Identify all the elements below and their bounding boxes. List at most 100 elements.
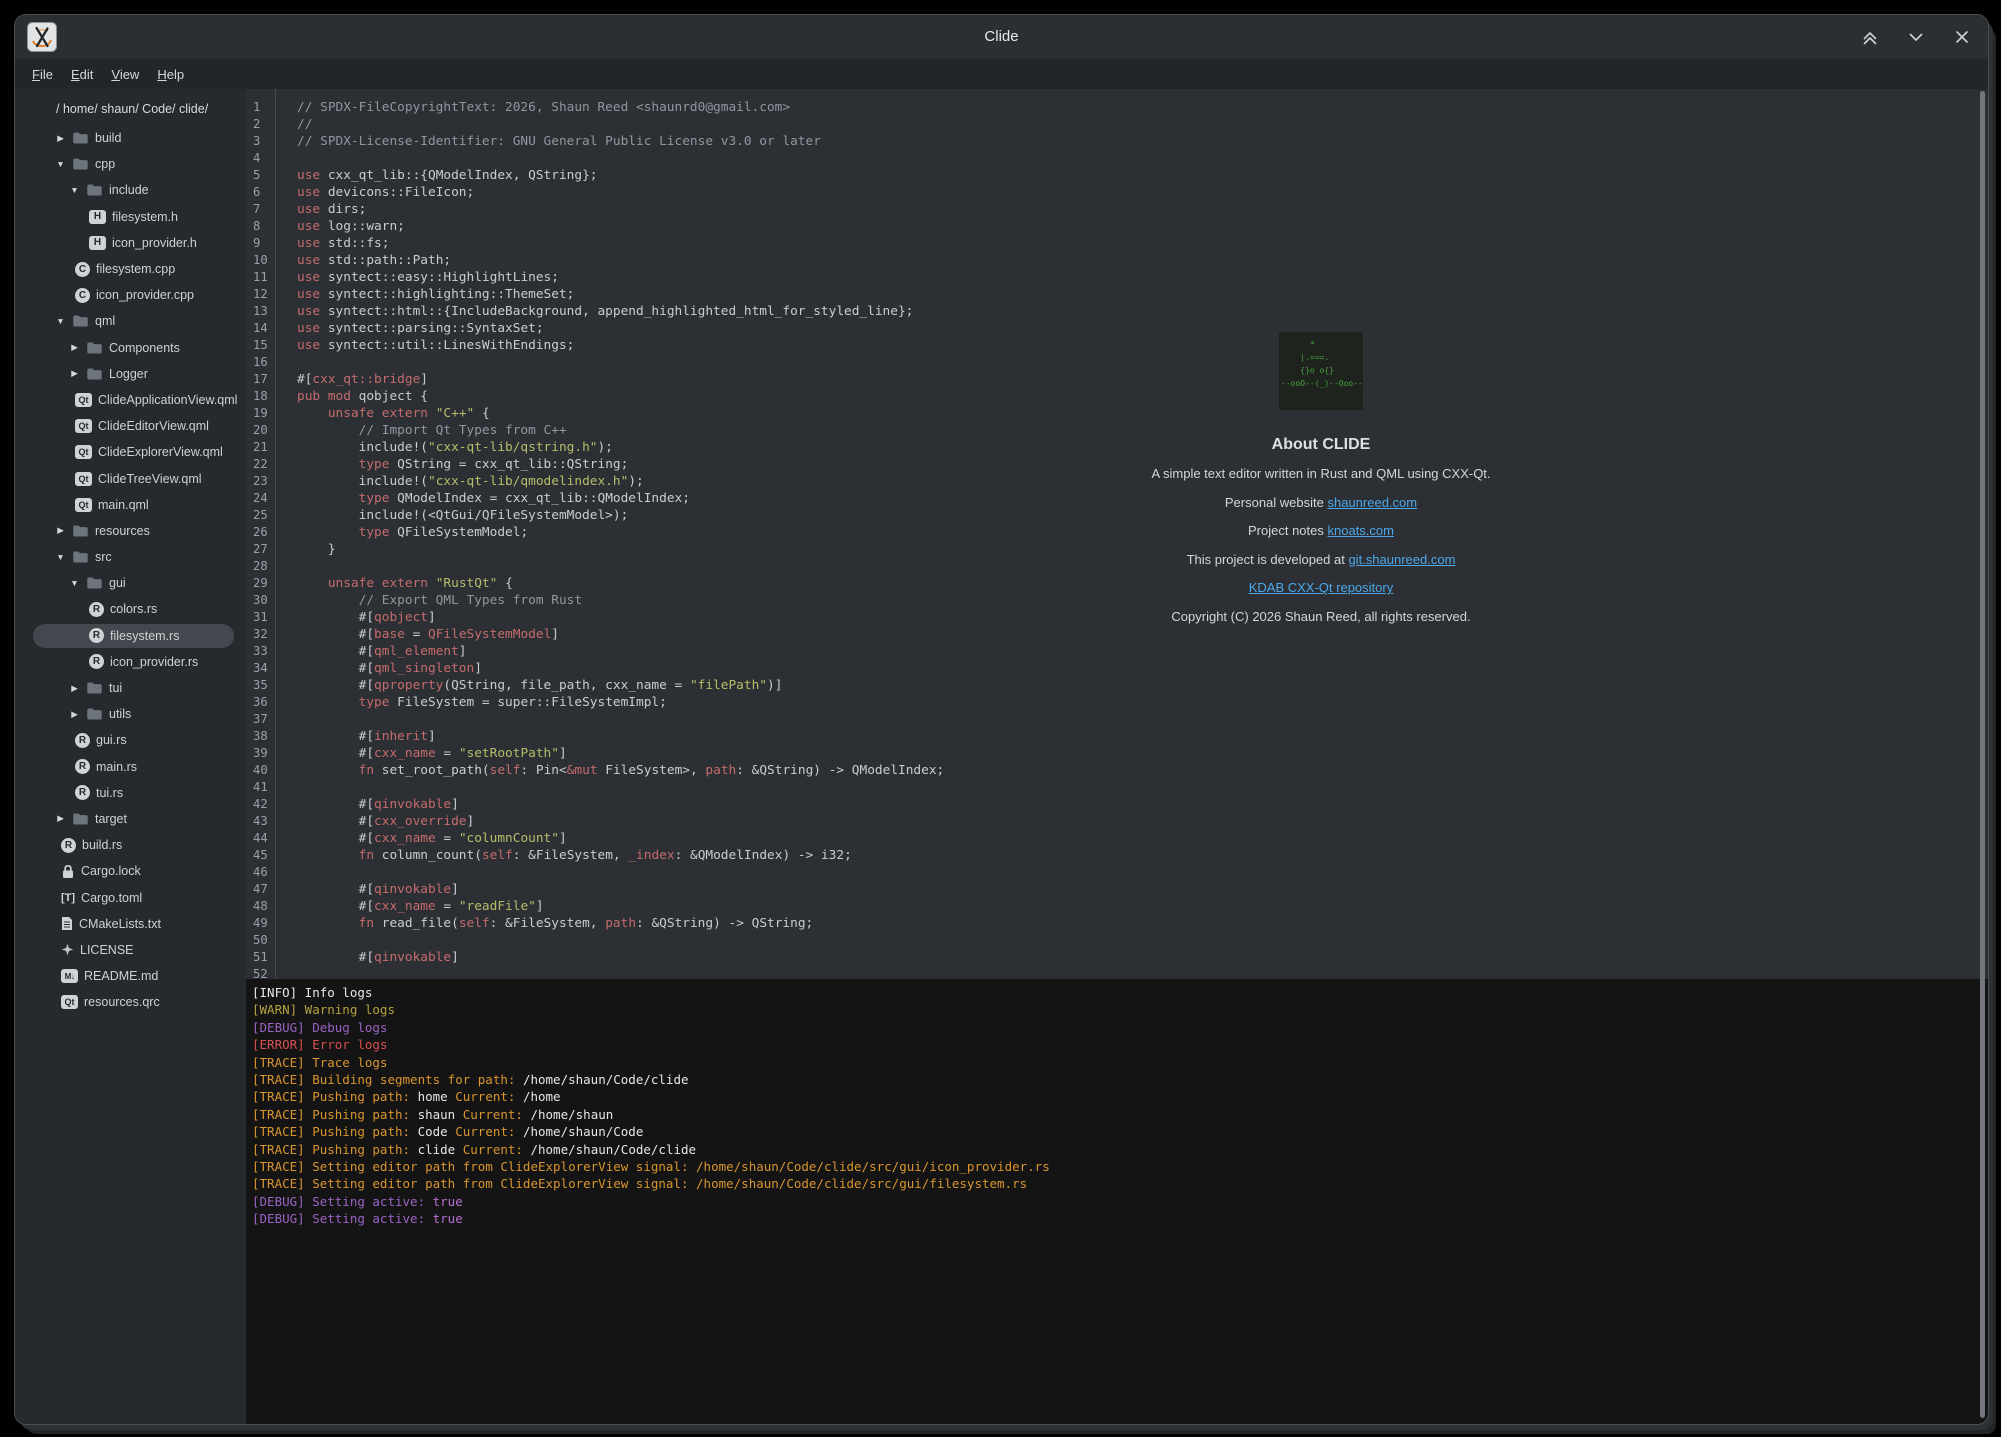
- log-line: [INFO] Info logs: [252, 984, 1988, 1001]
- tree-item-clideexplorerview-qml[interactable]: QtClideExplorerView.qml: [15, 439, 246, 465]
- tree-item-icon-provider-rs[interactable]: Ricon_provider.rs: [15, 649, 246, 675]
- tree-item-logger[interactable]: ▶Logger: [15, 361, 246, 387]
- tree-item-filesystem-h[interactable]: Hfilesystem.h: [15, 204, 246, 230]
- code-line: 6use devicons::FileIcon;: [246, 184, 1988, 201]
- code-line: 38 #[inherit]: [246, 728, 1988, 745]
- log-line: [TRACE] Pushing path: Code Current: /hom…: [252, 1123, 1988, 1140]
- window-controls: [1860, 15, 1972, 59]
- titlebar[interactable]: Clide: [15, 15, 1988, 59]
- code-editor[interactable]: 1// SPDX-FileCopyrightText: 2026, Shaun …: [246, 89, 1988, 979]
- chevron-down-icon[interactable]: ▼: [55, 316, 66, 326]
- maximize-button[interactable]: [1860, 27, 1880, 47]
- tree-item-label: build.rs: [82, 838, 122, 852]
- line-number: 32: [246, 626, 276, 643]
- tree-item-readme-md[interactable]: M↓README.md: [15, 963, 246, 989]
- tree-item-qml[interactable]: ▼ qml: [15, 308, 246, 334]
- code-line: 34 #[qml_singleton]: [246, 660, 1988, 677]
- chevron-right-icon[interactable]: ▶: [69, 683, 80, 694]
- line-number: 11: [246, 269, 276, 286]
- tree-item-label: resources: [95, 524, 150, 538]
- minimize-button[interactable]: [1906, 27, 1926, 47]
- menu-view[interactable]: View: [102, 65, 148, 84]
- tree-item-clidetreeview-qml[interactable]: QtClideTreeView.qml: [15, 465, 246, 491]
- chevron-right-icon[interactable]: ▶: [69, 709, 80, 720]
- tree-item-label: cpp: [95, 157, 115, 171]
- tree-item-build-rs[interactable]: Rbuild.rs: [15, 832, 246, 858]
- tree-item-label: CMakeLists.txt: [79, 917, 161, 931]
- tree-item-icon-provider-h[interactable]: Hicon_provider.h: [15, 230, 246, 256]
- chevron-right-icon[interactable]: ▶: [69, 342, 80, 353]
- tree-item-clideeditorview-qml[interactable]: QtClideEditorView.qml: [15, 413, 246, 439]
- about-link[interactable]: shaunreed.com: [1327, 495, 1417, 510]
- chevron-down-icon[interactable]: ▼: [69, 185, 80, 195]
- code-line: 8use log::warn;: [246, 218, 1988, 235]
- line-number: 22: [246, 456, 276, 473]
- menu-help[interactable]: Help: [148, 65, 193, 84]
- tree-item-gui-rs[interactable]: Rgui.rs: [15, 727, 246, 753]
- code-line: 43 #[cxx_override]: [246, 813, 1988, 830]
- tree-item-build[interactable]: ▶build: [15, 125, 246, 151]
- about-heading: About CLIDE: [1272, 436, 1371, 454]
- tree-item-label: ClideApplicationView.qml: [98, 393, 237, 407]
- tree-item-target[interactable]: ▶target: [15, 806, 246, 832]
- line-number: 48: [246, 898, 276, 915]
- chevron-down-icon[interactable]: ▼: [55, 159, 66, 169]
- about-link[interactable]: knoats.com: [1328, 523, 1394, 538]
- tree-item-colors-rs[interactable]: Rcolors.rs: [15, 596, 246, 622]
- line-number: 36: [246, 694, 276, 711]
- tree-item-filesystem-cpp[interactable]: Cfilesystem.cpp: [15, 256, 246, 282]
- tree-item-filesystem-rs[interactable]: Rfilesystem.rs: [15, 623, 246, 649]
- tree-item-cpp[interactable]: ▼ cpp: [15, 151, 246, 177]
- line-number: 12: [246, 286, 276, 303]
- tree-item-main-qml[interactable]: Qtmain.qml: [15, 492, 246, 518]
- tree-item-resources[interactable]: ▶ resources: [15, 518, 246, 544]
- tree-item-label: filesystem.cpp: [96, 262, 175, 276]
- tree-item-icon-provider-cpp[interactable]: Cicon_provider.cpp: [15, 282, 246, 308]
- about-row: KDAB CXX-Qt repository: [1151, 580, 1490, 597]
- tree-item-cargo-toml[interactable]: [T]Cargo.toml: [15, 884, 246, 910]
- tree-item-components[interactable]: ▶Components: [15, 335, 246, 361]
- about-link[interactable]: git.shaunreed.com: [1348, 552, 1455, 567]
- tree-item-src[interactable]: ▼src: [15, 544, 246, 570]
- tree-item-gui[interactable]: ▼gui: [15, 570, 246, 596]
- line-number: 31: [246, 609, 276, 626]
- chevron-down-icon[interactable]: ▼: [69, 578, 80, 588]
- menu-edit[interactable]: Edit: [62, 65, 102, 84]
- header-file-icon: H: [89, 210, 106, 224]
- line-number: 29: [246, 575, 276, 592]
- tree-item-cargo-lock[interactable]: Cargo.lock: [15, 858, 246, 884]
- line-number: 9: [246, 235, 276, 252]
- file-explorer[interactable]: / home/ shaun/ Code/ clide/ ▶build▼cpp▼i…: [15, 89, 246, 1424]
- tree-item-include[interactable]: ▼include: [15, 177, 246, 203]
- close-button[interactable]: [1952, 27, 1972, 47]
- line-number: 52: [246, 966, 276, 979]
- line-number: 21: [246, 439, 276, 456]
- chevron-down-icon[interactable]: ▼: [55, 552, 66, 562]
- folder-icon: [72, 131, 89, 145]
- tree-item-tui[interactable]: ▶tui: [15, 675, 246, 701]
- tree-item-main-rs[interactable]: Rmain.rs: [15, 754, 246, 780]
- tree-item-label: filesystem.h: [112, 210, 178, 224]
- line-number: 47: [246, 881, 276, 898]
- main-content: / home/ shaun/ Code/ clide/ ▶build▼cpp▼i…: [15, 89, 1988, 1424]
- chevron-right-icon[interactable]: ▶: [55, 525, 66, 536]
- tree-item-license[interactable]: LICENSE: [15, 937, 246, 963]
- tree-item-utils[interactable]: ▶utils: [15, 701, 246, 727]
- chevron-right-icon[interactable]: ▶: [55, 813, 66, 824]
- log-console[interactable]: [INFO] Info logs[WARN] Warning logs[DEBU…: [246, 979, 1988, 1424]
- about-link[interactable]: KDAB CXX-Qt repository: [1249, 580, 1394, 595]
- folder-icon: [72, 524, 89, 538]
- tree-item-resources-qrc[interactable]: Qtresources.qrc: [15, 989, 246, 1015]
- tree-item-label: icon_provider.cpp: [96, 288, 194, 302]
- chevron-right-icon[interactable]: ▶: [69, 368, 80, 379]
- explorer-root-path: / home/ shaun/ Code/ clide/: [15, 89, 246, 125]
- chevron-right-icon[interactable]: ▶: [55, 133, 66, 144]
- tree-item-label: qml: [95, 314, 115, 328]
- tree-item-clideapplicationview-qml[interactable]: QtClideApplicationView.qml: [15, 387, 246, 413]
- menu-file[interactable]: File: [23, 65, 62, 84]
- code-line: 44 #[cxx_name = "columnCount"]: [246, 830, 1988, 847]
- tree-item-tui-rs[interactable]: Rtui.rs: [15, 780, 246, 806]
- tree-item-cmakelists-txt[interactable]: CMakeLists.txt: [15, 911, 246, 937]
- editor-scrollbar[interactable]: [1980, 91, 1985, 1418]
- qt-file-icon: Qt: [75, 498, 92, 512]
